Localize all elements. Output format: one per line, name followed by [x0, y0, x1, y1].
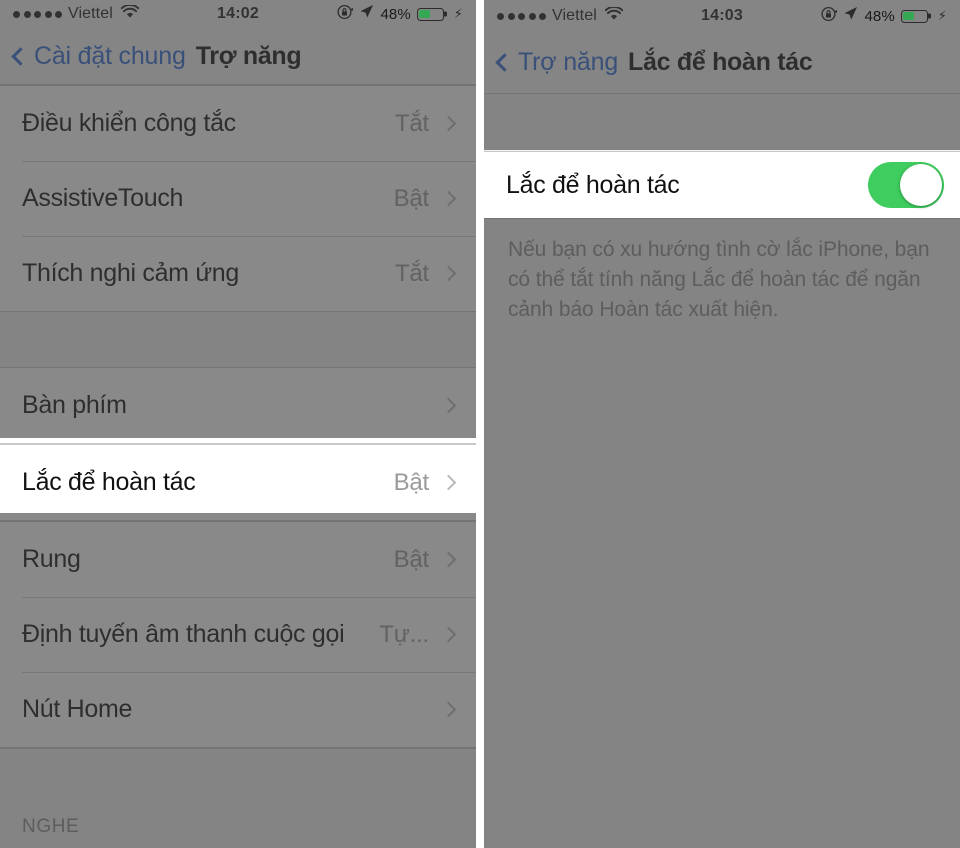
rotation-lock-icon [821, 6, 839, 27]
status-bar-right: 48% ⚡ [337, 4, 463, 25]
battery-percent-label: 48% [380, 5, 411, 23]
list-item-shake-to-undo[interactable]: Lắc để hoàn tác Bật [0, 445, 476, 520]
shake-to-undo-switch[interactable] [868, 162, 944, 208]
shake-to-undo-toggle-row[interactable]: Lắc để hoàn tác [484, 151, 960, 219]
list-item-label: Lắc để hoàn tác [22, 468, 196, 496]
status-bar-right: 48% ⚡ [821, 6, 947, 27]
battery-percent-label: 48% [864, 7, 895, 25]
switch-knob [900, 164, 942, 206]
chevron-right-icon [440, 474, 457, 491]
toggle-row-label: Lắc để hoàn tác [506, 170, 680, 199]
dim-overlay-bottom [0, 513, 476, 848]
rotation-lock-icon [337, 4, 355, 25]
settings-group-highlighted: Lắc để hoàn tác Bật [0, 444, 476, 521]
dim-overlay-top [0, 0, 476, 438]
screenshot-stage: Viettel 14:02 [0, 0, 960, 848]
lightning-bolt-icon: ⚡ [937, 8, 947, 23]
lightning-bolt-icon: ⚡ [453, 6, 463, 22]
battery-icon [416, 7, 444, 21]
panel-divider [476, 0, 484, 848]
dim-overlay-bottom [484, 218, 960, 848]
location-arrow-icon [359, 4, 374, 24]
battery-icon [900, 9, 928, 23]
right-phone-screen: Viettel 14:03 [484, 0, 960, 848]
list-item-value: Bật [393, 468, 430, 496]
location-arrow-icon [843, 6, 858, 26]
left-phone-screen: Viettel 14:02 [0, 0, 476, 848]
